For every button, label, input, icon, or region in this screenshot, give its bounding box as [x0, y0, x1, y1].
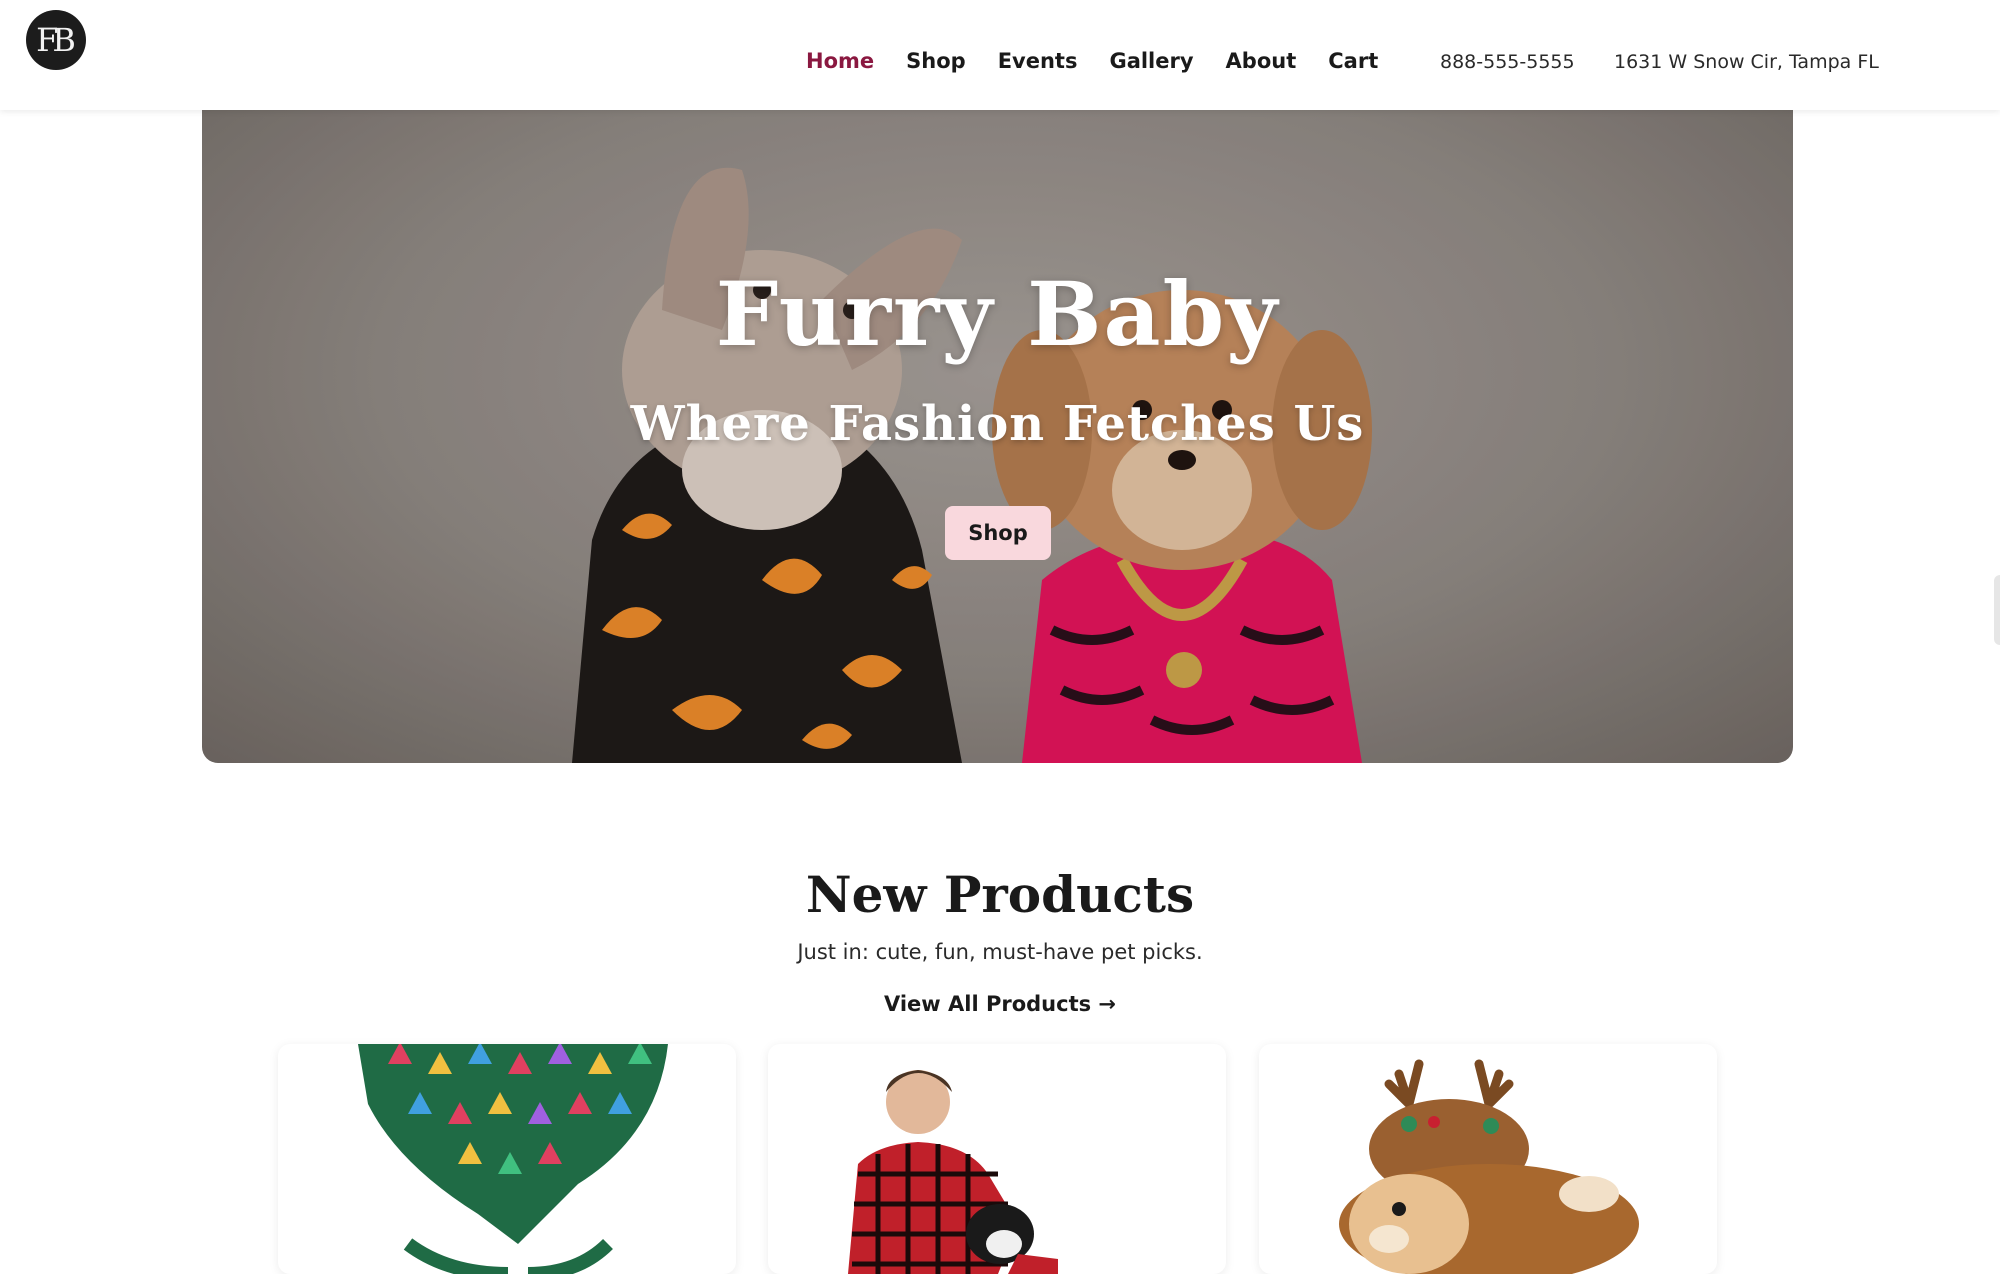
hero-shop-button[interactable]: Shop: [945, 506, 1051, 560]
hero-banner: Furry Baby Where Fashion Fetches Us Shop: [202, 110, 1793, 763]
new-products-subtitle: Just in: cute, fun, must-have pet picks.: [797, 940, 1203, 964]
new-products-title: New Products: [805, 865, 1195, 924]
nav-home[interactable]: Home: [806, 46, 874, 76]
site-header: FB Home Shop Events Gallery About Cart 8…: [0, 0, 2000, 110]
hero-title: Furry Baby: [715, 262, 1280, 366]
nav-events[interactable]: Events: [998, 46, 1078, 76]
product-card[interactable]: [768, 1044, 1226, 1274]
product-image-harness: [358, 1044, 668, 1274]
store-address: 1631 W Snow Cir, Tampa FL: [1614, 51, 1879, 73]
product-image-pajamas: [848, 1070, 1058, 1274]
main-nav: Home Shop Events Gallery About Cart: [806, 46, 1378, 76]
hero-subtitle: Where Fashion Fetches Us: [630, 396, 1365, 452]
logo[interactable]: FB: [26, 10, 86, 70]
product-card[interactable]: [1259, 1044, 1717, 1274]
nav-cart[interactable]: Cart: [1328, 46, 1378, 76]
view-all-products-link[interactable]: View All Products →: [0, 992, 2000, 1016]
product-card[interactable]: [278, 1044, 736, 1274]
product-image-reindeer-costume: [1339, 1059, 1639, 1274]
nav-about[interactable]: About: [1226, 46, 1297, 76]
nav-shop[interactable]: Shop: [906, 46, 966, 76]
side-tab[interactable]: [1994, 575, 2000, 645]
nav-gallery[interactable]: Gallery: [1109, 46, 1193, 76]
phone-number[interactable]: 888-555-5555: [1440, 48, 1575, 76]
logo-text: FB: [36, 21, 76, 59]
